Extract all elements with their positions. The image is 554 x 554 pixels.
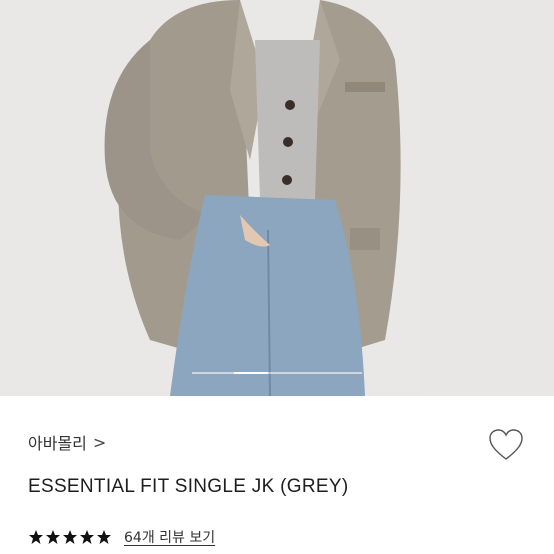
product-image[interactable] (0, 0, 554, 396)
star-filled-icon (46, 530, 60, 544)
brand-link[interactable]: 아바몰리 > (28, 430, 106, 454)
star-rating (28, 529, 112, 545)
slide-indicator (192, 372, 362, 374)
star-filled-icon (63, 530, 77, 544)
star-filled-icon (29, 530, 43, 544)
brand-name: 아바몰리 (28, 434, 87, 453)
slide-indicator-active (234, 372, 268, 374)
chevron-right-icon: > (92, 432, 107, 452)
star-filled-icon (97, 530, 111, 544)
product-title: ESSENTIAL FIT SINGLE JK (GREY) (28, 476, 349, 497)
review-link[interactable]: 64개 리뷰 보기 (124, 527, 215, 547)
product-photo (0, 0, 554, 396)
heart-outline-icon[interactable] (488, 428, 524, 462)
rating-row: 64개 리뷰 보기 (28, 527, 215, 547)
star-filled-icon (80, 530, 94, 544)
